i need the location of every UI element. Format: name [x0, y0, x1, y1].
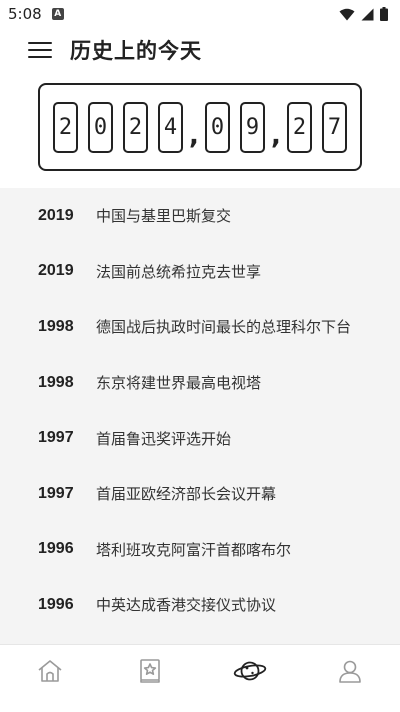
year-digit: 0: [88, 101, 113, 153]
event-year: 1997: [38, 429, 74, 447]
event-title: 首届亚欧经济部长会议开幕: [96, 485, 277, 504]
list-item[interactable]: 1997 首届鲁迅奖评选开始: [0, 410, 400, 466]
event-year: 1998: [38, 373, 74, 391]
list-item[interactable]: 1998 东京将建世界最高电视塔: [0, 355, 400, 411]
date-separator: ,: [189, 120, 199, 151]
profile-icon: [339, 660, 361, 683]
event-title: 首届鲁迅奖评选开始: [96, 429, 232, 448]
year-digit: 2: [53, 101, 78, 153]
date-separator: ,: [271, 120, 281, 151]
date-display: 2 0 2 4 , 0 9 , 2 7: [38, 83, 362, 171]
event-year: 2019: [38, 262, 74, 280]
starred-book-icon: [140, 658, 160, 683]
event-year: 1996: [38, 595, 74, 613]
home-icon: [38, 659, 62, 682]
events-list: 2019 中国与基里巴斯复交 2019 法国前总统希拉克去世享 1998 德国战…: [0, 188, 400, 644]
list-item[interactable]: 2019 法国前总统希拉克去世享: [0, 244, 400, 300]
menu-icon[interactable]: [28, 40, 52, 60]
notification-badge-icon: A: [51, 8, 64, 20]
event-year: 1998: [38, 317, 74, 335]
planet-icon: [233, 661, 267, 680]
battery-icon: [380, 7, 388, 21]
nav-collection[interactable]: [120, 647, 180, 695]
app-header: 历史上的今天: [0, 28, 400, 72]
day-digit: 7: [322, 101, 347, 153]
month-digit: 0: [205, 101, 230, 153]
event-title: 德国战后执政时间最长的总理科尔下台: [96, 318, 352, 337]
day-digit: 2: [287, 101, 312, 153]
event-title: 中国与基里巴斯复交: [96, 207, 232, 226]
list-item[interactable]: 1998 德国战后执政时间最长的总理科尔下台: [0, 299, 400, 355]
month-digit: 9: [240, 101, 265, 153]
year-digit: 2: [123, 101, 148, 153]
wifi-icon: [339, 8, 355, 20]
status-time: 5:08: [8, 5, 42, 23]
bottom-nav: [0, 644, 400, 696]
event-title: 法国前总统希拉克去世享: [96, 262, 262, 281]
nav-planet[interactable]: [220, 647, 280, 695]
year-digit: 4: [158, 101, 183, 153]
event-year: 1997: [38, 484, 74, 502]
event-title: 中英达成香港交接仪式协议: [96, 596, 277, 615]
signal-icon: [361, 8, 374, 20]
gesture-area: [0, 696, 400, 712]
list-item[interactable]: 1996 塔利班攻克阿富汗首都喀布尔: [0, 522, 400, 578]
list-item[interactable]: 2019 中国与基里巴斯复交: [0, 188, 400, 244]
nav-profile[interactable]: [320, 647, 380, 695]
status-icons: [339, 7, 388, 21]
nav-home[interactable]: [20, 647, 80, 695]
page-title: 历史上的今天: [70, 39, 202, 63]
status-bar: 5:08 A: [0, 0, 400, 28]
event-year: 2019: [38, 206, 74, 224]
list-item[interactable]: 1996 中英达成香港交接仪式协议: [0, 577, 400, 633]
event-title: 塔利班攻克阿富汗首都喀布尔: [96, 540, 292, 559]
event-title: 东京将建世界最高电视塔: [96, 374, 262, 393]
list-item[interactable]: 1997 首届亚欧经济部长会议开幕: [0, 466, 400, 522]
event-year: 1996: [38, 540, 74, 558]
